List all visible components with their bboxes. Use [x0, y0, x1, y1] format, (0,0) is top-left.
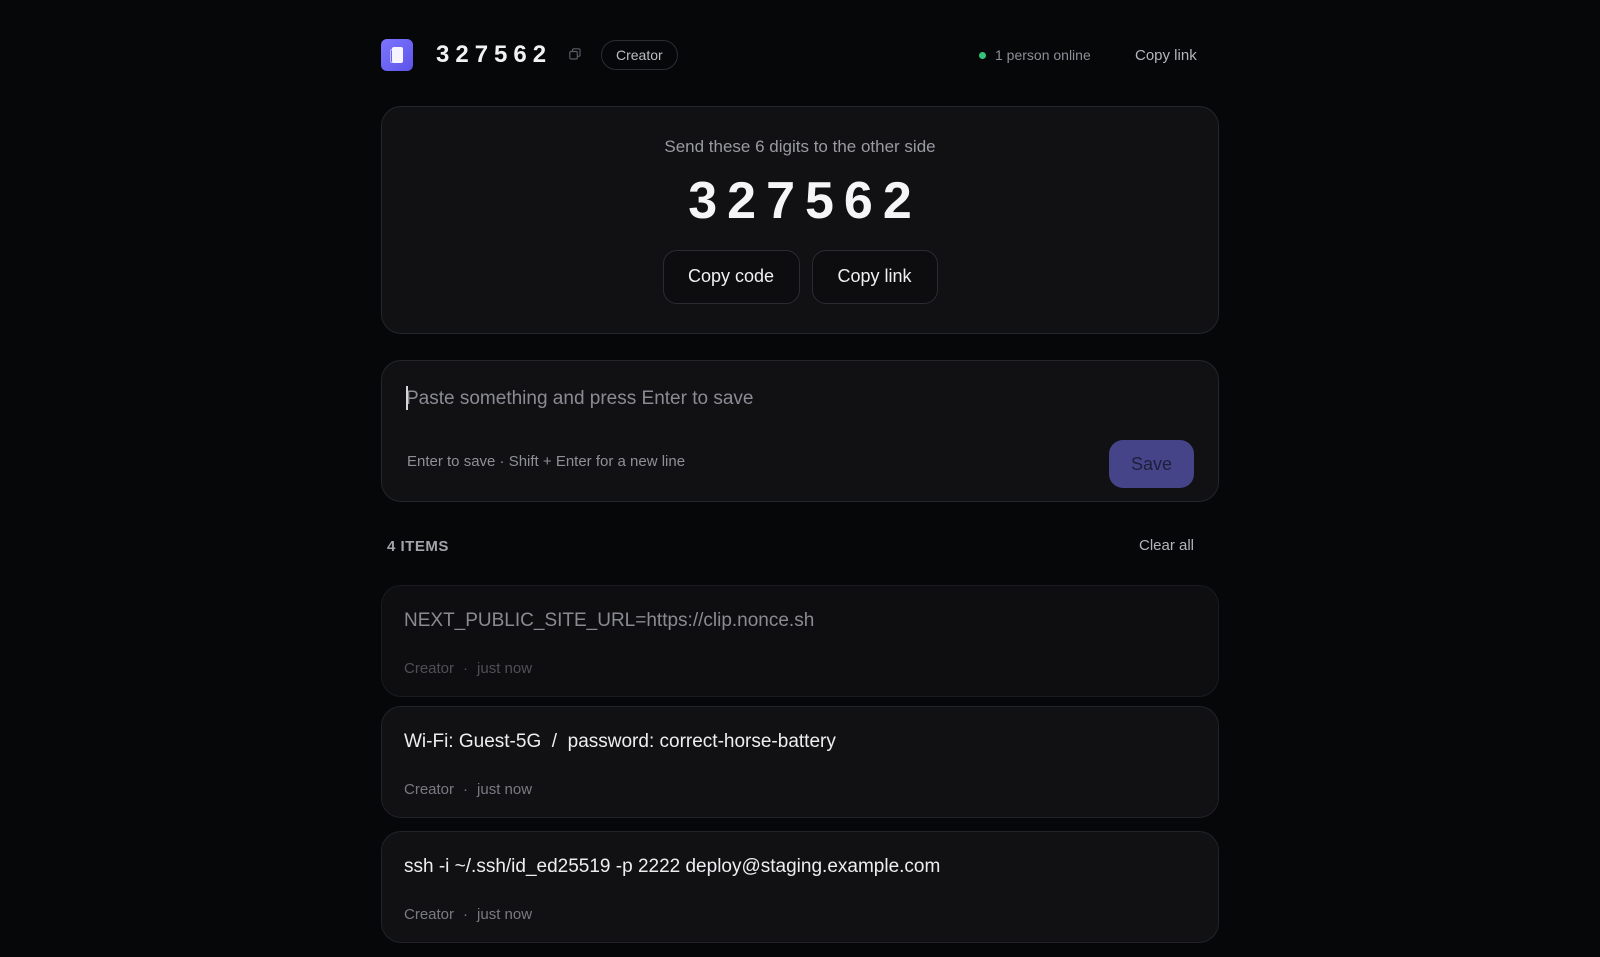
- clip-item[interactable]: NEXT_PUBLIC_SITE_URL=https://clip.nonce.…: [381, 585, 1219, 697]
- header-copy-link[interactable]: Copy link: [1135, 47, 1197, 64]
- share-code-card: Send these 6 digits to the other side 32…: [381, 106, 1219, 334]
- presence-label: 1 person online: [995, 47, 1091, 63]
- meta-separator: ·: [463, 906, 469, 923]
- meta-separator: ·: [463, 660, 469, 677]
- clear-all-button[interactable]: Clear all: [1139, 537, 1194, 554]
- copy-code-button[interactable]: Copy code: [662, 250, 800, 304]
- clip-author: Creator: [404, 660, 455, 677]
- composer-card: Enter to save · Shift + Enter for a new …: [381, 360, 1219, 502]
- items-count: 4 ITEMS: [387, 538, 449, 555]
- clip-item[interactable]: Wi-Fi: Guest-5G / password: correct-hors…: [381, 706, 1219, 818]
- save-button[interactable]: Save: [1109, 440, 1194, 488]
- share-code: 327562: [688, 172, 922, 230]
- share-actions: Copy code Copy link: [382, 250, 1218, 304]
- paste-input[interactable]: [406, 384, 1186, 414]
- clip-time: just now: [477, 781, 533, 798]
- text-caret: [406, 386, 408, 410]
- clip-text: Wi-Fi: Guest-5G / password: correct-hors…: [404, 731, 836, 752]
- copy-link-button[interactable]: Copy link: [811, 250, 938, 304]
- clip-meta: Creator · just now: [404, 781, 532, 798]
- copy-icon[interactable]: [569, 48, 581, 60]
- code-instruction: Send these 6 digits to the other side: [664, 137, 936, 156]
- clip-meta: Creator · just now: [404, 906, 532, 923]
- clip-time: just now: [477, 660, 533, 677]
- clip-author: Creator: [404, 906, 455, 923]
- online-dot-icon: [979, 51, 986, 59]
- clip-item[interactable]: ssh -i ~/.ssh/id_ed25519 -p 2222 deploy@…: [381, 831, 1219, 943]
- clip-time: just now: [477, 906, 533, 923]
- clip-text: ssh -i ~/.ssh/id_ed25519 -p 2222 deploy@…: [404, 856, 941, 877]
- clip-author: Creator: [404, 781, 455, 798]
- role-badge: Creator: [601, 40, 678, 70]
- composer-hint: Enter to save · Shift + Enter for a new …: [407, 453, 686, 470]
- app-logo-icon: [381, 39, 413, 71]
- clip-meta: Creator · just now: [404, 660, 532, 677]
- meta-separator: ·: [463, 781, 469, 798]
- top-bar: 327562 Creator 1 person online Copy link: [381, 36, 1219, 74]
- clip-text: NEXT_PUBLIC_SITE_URL=https://clip.nonce.…: [404, 610, 815, 631]
- presence-status: 1 person online: [979, 47, 1091, 63]
- room-code: 327562: [436, 41, 553, 68]
